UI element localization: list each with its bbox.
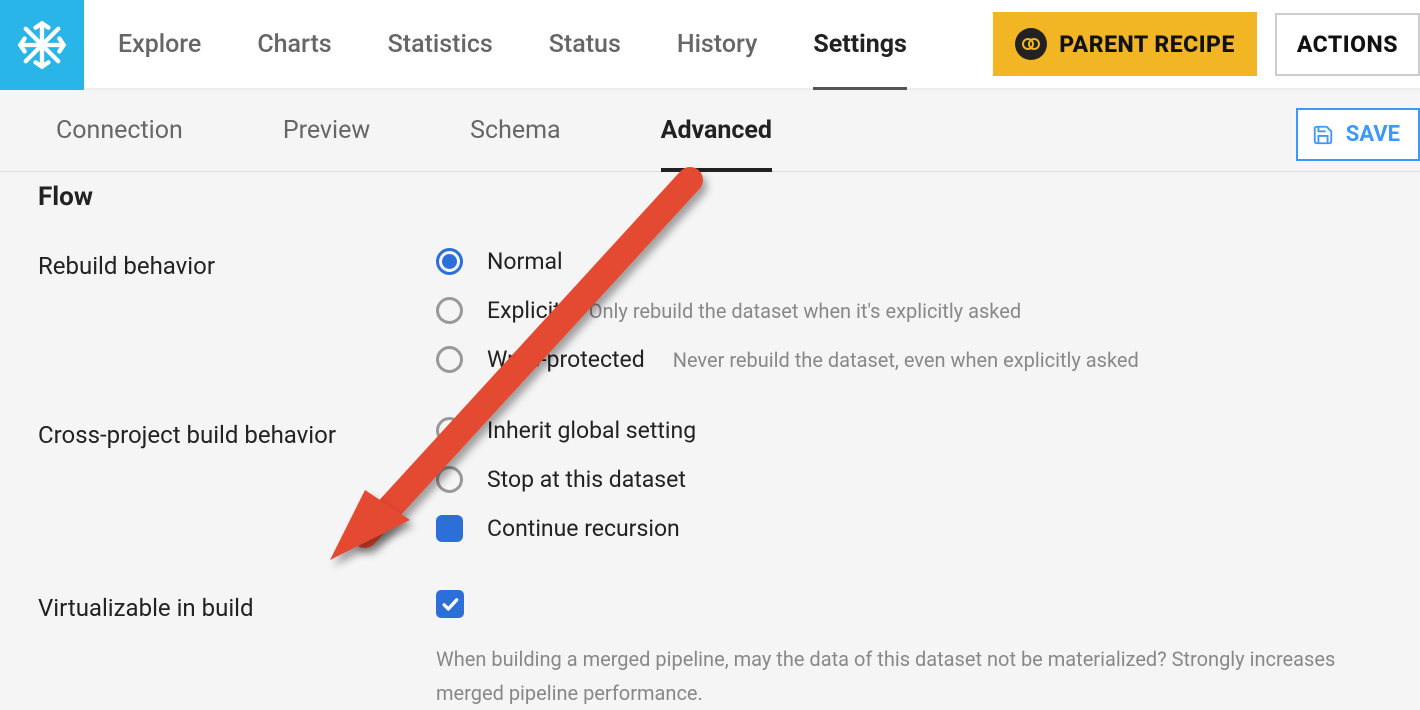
top-actions: PARENT RECIPE ACTIONS bbox=[993, 0, 1420, 88]
radio-normal[interactable] bbox=[436, 248, 463, 275]
recipe-icon bbox=[1015, 28, 1047, 60]
rebuild-options: Normal Explicit Only rebuild the dataset… bbox=[436, 248, 1139, 373]
option-explicit[interactable]: Explicit Only rebuild the dataset when i… bbox=[436, 297, 1139, 324]
radio-write-protected[interactable] bbox=[436, 346, 463, 373]
subtab-schema[interactable]: Schema bbox=[470, 90, 560, 172]
sub-bar: Connection Preview Schema Advanced SAVE bbox=[0, 90, 1420, 172]
tab-explore[interactable]: Explore bbox=[118, 0, 201, 89]
subtab-connection[interactable]: Connection bbox=[56, 90, 183, 172]
parent-recipe-button[interactable]: PARENT RECIPE bbox=[993, 12, 1257, 76]
save-icon bbox=[1312, 124, 1334, 146]
save-label: SAVE bbox=[1346, 122, 1400, 147]
tab-statistics[interactable]: Statistics bbox=[388, 0, 493, 89]
cross-project-options: Inherit global setting Stop at this data… bbox=[436, 417, 696, 542]
radio-continue[interactable] bbox=[436, 515, 463, 542]
label-explicit: Explicit bbox=[487, 297, 561, 324]
tab-history[interactable]: History bbox=[677, 0, 758, 89]
sub-tabs: Connection Preview Schema Advanced bbox=[56, 90, 772, 172]
tab-charts[interactable]: Charts bbox=[257, 0, 331, 89]
virtualizable-control: When building a merged pipeline, may the… bbox=[436, 590, 1396, 710]
subtab-preview[interactable]: Preview bbox=[283, 90, 370, 172]
label-continue: Continue recursion bbox=[487, 515, 680, 542]
snowflake-logo bbox=[0, 0, 84, 90]
virtualizable-row: Virtualizable in build When building a m… bbox=[38, 590, 1420, 710]
save-button[interactable]: SAVE bbox=[1296, 108, 1420, 161]
radio-stop[interactable] bbox=[436, 466, 463, 493]
hint-write-protected: Never rebuild the dataset, even when exp… bbox=[673, 348, 1139, 372]
hint-explicit: Only rebuild the dataset when it's expli… bbox=[589, 299, 1021, 323]
rebuild-behavior-label: Rebuild behavior bbox=[38, 248, 436, 280]
settings-content: Flow Rebuild behavior Normal Explicit On… bbox=[0, 182, 1420, 710]
actions-button[interactable]: ACTIONS bbox=[1275, 13, 1420, 76]
virtualizable-checkbox[interactable] bbox=[436, 590, 464, 618]
rebuild-behavior-row: Rebuild behavior Normal Explicit Only re… bbox=[38, 248, 1420, 373]
option-normal[interactable]: Normal bbox=[436, 248, 1139, 275]
label-stop: Stop at this dataset bbox=[487, 466, 686, 493]
cross-project-label: Cross-project build behavior bbox=[38, 417, 436, 449]
subtab-advanced[interactable]: Advanced bbox=[661, 90, 772, 172]
label-normal: Normal bbox=[487, 248, 563, 275]
flow-heading: Flow bbox=[38, 182, 1420, 212]
option-inherit[interactable]: Inherit global setting bbox=[436, 417, 696, 444]
top-bar: Explore Charts Statistics Status History… bbox=[0, 0, 1420, 90]
parent-recipe-label: PARENT RECIPE bbox=[1059, 31, 1235, 58]
radio-inherit[interactable] bbox=[436, 417, 463, 444]
radio-explicit[interactable] bbox=[436, 297, 463, 324]
tab-settings[interactable]: Settings bbox=[813, 0, 907, 89]
label-inherit: Inherit global setting bbox=[487, 417, 696, 444]
option-continue[interactable]: Continue recursion bbox=[436, 515, 696, 542]
option-stop[interactable]: Stop at this dataset bbox=[436, 466, 696, 493]
label-write-protected: Write-protected bbox=[487, 346, 645, 373]
check-icon bbox=[440, 594, 460, 614]
main-tabs: Explore Charts Statistics Status History… bbox=[84, 0, 993, 88]
virtualizable-label: Virtualizable in build bbox=[38, 590, 436, 622]
tab-status[interactable]: Status bbox=[549, 0, 621, 89]
virtualizable-hint: When building a merged pipeline, may the… bbox=[436, 642, 1396, 710]
option-write-protected[interactable]: Write-protected Never rebuild the datase… bbox=[436, 346, 1139, 373]
cross-project-row: Cross-project build behavior Inherit glo… bbox=[38, 417, 1420, 542]
